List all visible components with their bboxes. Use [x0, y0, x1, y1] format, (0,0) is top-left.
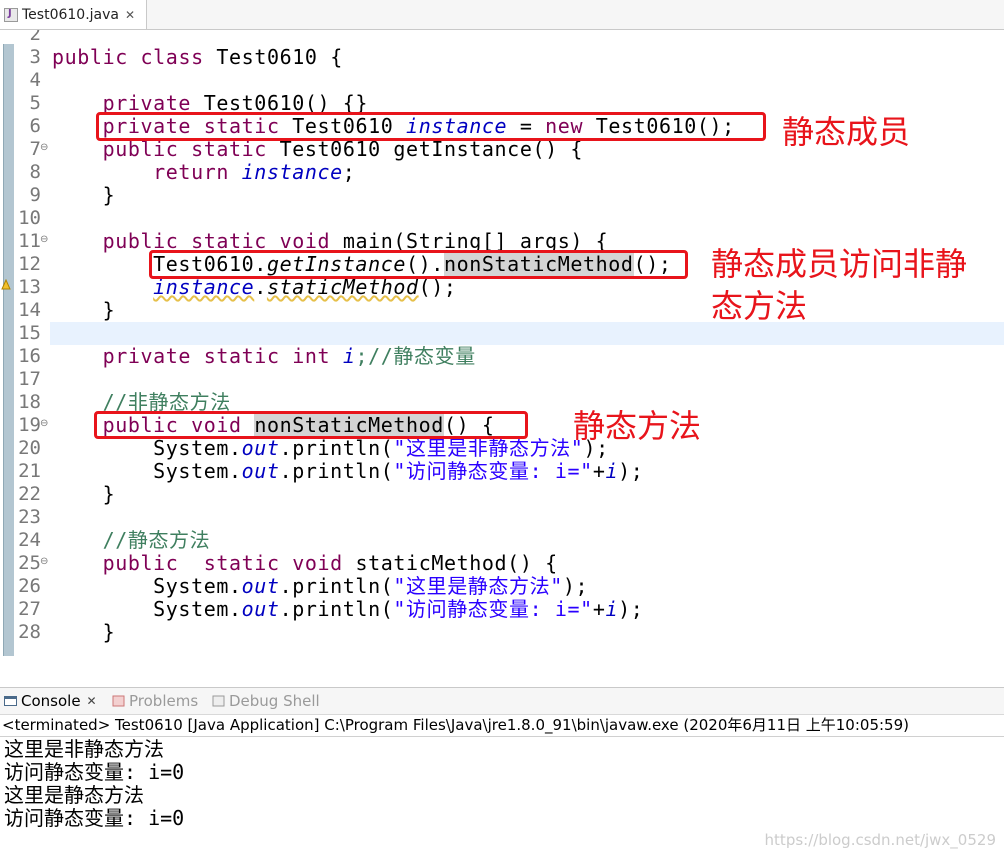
line-number: 18 [18, 391, 41, 413]
console-output[interactable]: 这里是非静态方法 访问静态变量: i=0 这里是静态方法 访问静态变量: i=0… [0, 738, 1004, 859]
code-line: private static int i;//静态变量 [102, 344, 476, 368]
code-line: } [102, 298, 116, 322]
watermark: https://blog.csdn.net/jwx_0529 [764, 831, 996, 849]
tab-console[interactable]: Console ✕ [4, 688, 97, 714]
annotation-static-method: 静态方法 [573, 407, 702, 445]
tab-console-label: Console [21, 692, 81, 710]
tab-problems[interactable]: Problems [112, 688, 198, 714]
line-number: 14 [18, 299, 41, 321]
line-number: 8 [29, 161, 41, 183]
code-line: //静态方法 [102, 528, 211, 552]
close-icon[interactable]: ✕ [125, 8, 135, 22]
code-line: public class Test0610 { [52, 45, 343, 69]
fold-collapse-icon[interactable]: ⊖ [40, 556, 48, 567]
line-number: 5 [29, 92, 41, 114]
warning-icon [1, 279, 11, 290]
line-number: 11 [18, 230, 41, 252]
code-line: System.out.println("访问静态变量: i="+i); [153, 597, 644, 621]
annotation-box-static-call [149, 250, 688, 279]
line-number: 22 [18, 483, 41, 505]
annotation-box-static-member [96, 112, 766, 141]
annotation-static-member: 静态成员 [782, 113, 911, 151]
tab-problems-label: Problems [129, 692, 199, 710]
debug-shell-icon [212, 695, 225, 707]
code-line: System.out.println("访问静态变量: i="+i); [153, 459, 644, 483]
console-icon [4, 696, 17, 706]
editor-tab-test0610[interactable]: Test0610.java ✕ [0, 0, 147, 29]
code-line: public static void staticMethod() { [102, 551, 558, 575]
fold-collapse-icon[interactable]: ⊖ [40, 142, 48, 153]
line-number: 6 [29, 115, 41, 137]
problems-icon [112, 695, 125, 707]
code-line: } [102, 482, 116, 506]
java-file-icon [4, 7, 18, 22]
line-number: 19 [18, 414, 41, 436]
console-line: 这里是非静态方法 [4, 737, 164, 761]
close-icon[interactable]: ✕ [87, 694, 97, 708]
line-number: 23 [18, 506, 41, 528]
views-tab-bar: Console ✕ Problems Debug Shell [0, 687, 1004, 715]
annotation-static-access-1: 静态成员访问非静 [711, 245, 968, 283]
line-number: 4 [29, 69, 41, 91]
line-number: 2 [29, 30, 41, 45]
line-number: 26 [18, 575, 41, 597]
tab-debug-shell[interactable]: Debug Shell [212, 688, 320, 714]
annotation-static-access-2: 态方法 [711, 287, 808, 325]
line-number: 24 [18, 529, 41, 551]
annotation-box-static-method [94, 411, 528, 439]
scroll-left-icon[interactable]: < [54, 655, 67, 656]
editor-tab-title: Test0610.java [22, 6, 119, 23]
line-number: 28 [18, 621, 41, 643]
console-status-line: <terminated> Test0610 [Java Application]… [2, 716, 909, 734]
line-number: 25 [18, 552, 41, 574]
code-line: System.out.println("这里是非静态方法"); [153, 436, 609, 460]
line-number: 27 [18, 598, 41, 620]
fold-collapse-icon[interactable]: ⊖ [40, 234, 48, 245]
line-number: 15 [18, 322, 41, 344]
code-line: instance.staticMethod(); [153, 275, 457, 299]
line-number: 16 [18, 345, 41, 367]
fold-collapse-icon[interactable]: ⊖ [40, 418, 48, 429]
line-number: 7 [29, 138, 41, 160]
code-editor[interactable]: 2 3 4 5 6 7 8 9 10 11 12 13 14 15 16 17 … [0, 30, 1004, 656]
tab-debug-shell-label: Debug Shell [229, 692, 320, 710]
code-line: System.out.println("这里是静态方法"); [153, 574, 589, 598]
console-line: 这里是静态方法 [4, 783, 144, 807]
code-line: return instance; [153, 160, 356, 184]
line-number: 12 [18, 253, 41, 275]
console-line: 访问静态变量: i=0 [4, 760, 185, 784]
code-line: public static Test0610 getInstance() { [102, 137, 584, 161]
line-number: 13 [18, 276, 41, 298]
code-line: } [102, 620, 116, 644]
line-number: 10 [18, 207, 41, 229]
line-number: 17 [18, 368, 41, 390]
line-number: 9 [29, 184, 41, 206]
line-number: 20 [18, 437, 41, 459]
editor-tab-bar: Test0610.java ✕ [0, 0, 1004, 30]
code-line: } [102, 183, 116, 207]
console-line: 访问静态变量: i=0 [4, 806, 185, 830]
line-number: 3 [29, 46, 41, 68]
current-line-highlight [50, 322, 1004, 345]
line-number: 21 [18, 460, 41, 482]
